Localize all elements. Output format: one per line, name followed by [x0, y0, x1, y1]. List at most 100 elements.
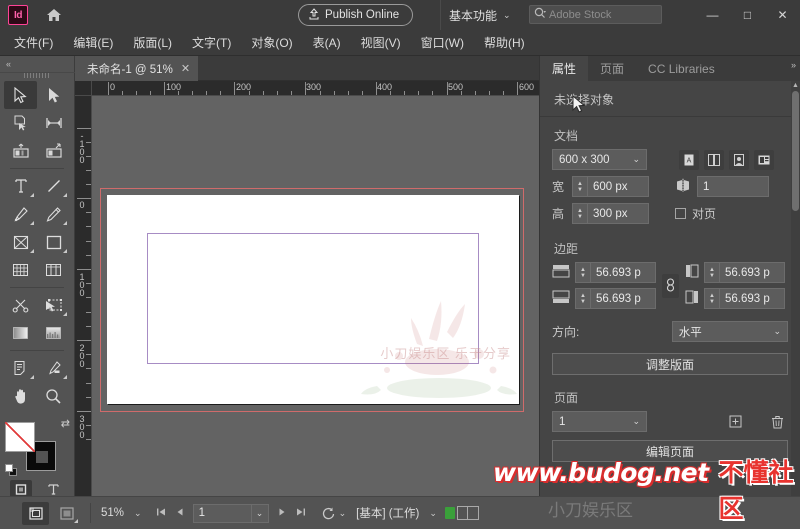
scissors-tool[interactable]: [4, 291, 37, 319]
maximize-button[interactable]: □: [730, 0, 765, 30]
intent-print-icon[interactable]: A: [679, 149, 699, 170]
minimize-button[interactable]: —: [695, 0, 730, 30]
preflight-icon[interactable]: ⌄: [321, 506, 346, 521]
intent-portrait-icon[interactable]: [729, 149, 749, 170]
note-tool[interactable]: [4, 354, 37, 382]
menu-file[interactable]: 文件(F): [4, 30, 63, 56]
document-canvas[interactable]: 小刀娱乐区 乐于分享: [92, 96, 539, 496]
normal-mode-icon[interactable]: [22, 501, 49, 525]
eyedropper-tool[interactable]: [37, 354, 70, 382]
tab-pages[interactable]: 页面: [588, 56, 636, 81]
zoom-chevron-down-icon[interactable]: ⌄: [134, 508, 142, 519]
page-tool[interactable]: [4, 109, 37, 137]
adobe-stock-search-input[interactable]: Adobe Stock: [529, 5, 662, 24]
prev-page-button[interactable]: [176, 507, 184, 519]
width-input[interactable]: 600 px: [587, 176, 649, 197]
add-page-icon[interactable]: [725, 412, 745, 432]
page-count-input[interactable]: 1: [697, 176, 769, 197]
document-tab[interactable]: 未命名-1 @ 51% ✕: [75, 56, 199, 81]
trash-icon[interactable]: [767, 412, 787, 432]
tab-cc-libraries[interactable]: CC Libraries: [636, 56, 727, 81]
menu-window[interactable]: 窗口(W): [411, 30, 474, 56]
panel-scrollbar[interactable]: ▲: [791, 81, 800, 496]
margin-right-input[interactable]: 56.693 p: [719, 288, 785, 309]
gradient-feather-tool[interactable]: [37, 319, 70, 347]
margin-right-stepper[interactable]: ▲ ▼: [704, 288, 719, 309]
intent-facing-pages-icon[interactable]: [704, 149, 724, 170]
free-transform-tool[interactable]: [4, 256, 37, 284]
margin-top-input[interactable]: 56.693 p: [590, 262, 656, 283]
horizontal-ruler[interactable]: 0 100 200 300 400 500 600: [92, 81, 539, 96]
margin-left-stepper[interactable]: ▲ ▼: [704, 262, 719, 283]
margin-bottom-stepper[interactable]: ▲ ▼: [575, 288, 590, 309]
collapse-panel-icon[interactable]: »: [791, 60, 796, 70]
tool-list: [0, 78, 74, 410]
facing-pages-checkbox[interactable]: 对页: [675, 205, 716, 222]
document-split-icon[interactable]: [456, 506, 479, 520]
tab-properties[interactable]: 属性: [540, 56, 589, 81]
current-page-select[interactable]: 1 ⌄: [552, 411, 647, 432]
next-page-button[interactable]: [278, 507, 286, 519]
close-button[interactable]: ✕: [765, 0, 800, 30]
line-tool[interactable]: [37, 172, 70, 200]
vertical-ruler[interactable]: -100 0 100 200 300: [75, 96, 92, 496]
zoom-tool[interactable]: [37, 382, 70, 410]
scroll-up-icon[interactable]: ▲: [792, 82, 799, 89]
swap-fill-stroke-icon[interactable]: ⇄: [61, 417, 70, 430]
menu-help[interactable]: 帮助(H): [474, 30, 535, 56]
orientation-select[interactable]: 水平 ⌄: [671, 321, 788, 342]
margin-left-input[interactable]: 56.693 p: [719, 262, 785, 283]
first-page-button[interactable]: [156, 507, 166, 519]
pencil-tool[interactable]: [37, 200, 70, 228]
height-stepper[interactable]: ▲ ▼: [572, 203, 587, 224]
menu-table[interactable]: 表(A): [303, 30, 351, 56]
intent-landscape-icon[interactable]: [754, 149, 774, 170]
fill-swatch[interactable]: [5, 422, 35, 452]
facing-pages-checkbox-box[interactable]: [675, 208, 686, 219]
content-collector-tool[interactable]: [4, 137, 37, 165]
height-input[interactable]: 300 px: [587, 203, 649, 224]
zoom-level-input[interactable]: 51%: [101, 507, 124, 519]
last-page-button[interactable]: [296, 507, 306, 519]
gap-tool[interactable]: [37, 109, 70, 137]
ruler-origin[interactable]: [75, 81, 92, 96]
menu-view[interactable]: 视图(V): [351, 30, 411, 56]
rectangle-tool[interactable]: [37, 228, 70, 256]
document-page[interactable]: 小刀娱乐区 乐于分享: [107, 195, 519, 404]
hand-tool[interactable]: [4, 382, 37, 410]
document-preset-select[interactable]: 600 x 300 ⌄: [552, 149, 647, 170]
workspace-switcher[interactable]: 基本功能 ⌄: [440, 0, 519, 30]
content-placer-tool[interactable]: [37, 137, 70, 165]
pen-tool[interactable]: [4, 200, 37, 228]
selection-tool[interactable]: [4, 81, 37, 109]
page-number-input[interactable]: 1 ⌄: [192, 503, 269, 523]
menu-type[interactable]: 文字(T): [182, 30, 241, 56]
menu-layout[interactable]: 版面(L): [123, 30, 182, 56]
default-fill-stroke-icon[interactable]: [5, 464, 18, 477]
master-chevron-down-icon[interactable]: ⌄: [429, 508, 437, 519]
margin-top-stepper[interactable]: ▲ ▼: [575, 262, 590, 283]
ruler-v-label: 0: [77, 200, 87, 208]
publish-online-button[interactable]: Publish Online: [298, 4, 414, 26]
collapse-tools-icon[interactable]: «: [6, 59, 11, 69]
preview-mode-icon[interactable]: [53, 502, 80, 525]
gradient-swatch-tool[interactable]: [4, 319, 37, 347]
page-chevron-down-icon[interactable]: ⌄: [250, 503, 268, 523]
width-label: 宽: [552, 180, 565, 194]
type-tool[interactable]: [4, 172, 37, 200]
close-tab-icon[interactable]: ✕: [181, 62, 190, 75]
transform-tool[interactable]: [37, 291, 70, 319]
margin-bottom-input[interactable]: 56.693 p: [590, 288, 656, 309]
adjust-layout-button[interactable]: 调整版面: [552, 353, 788, 375]
home-icon[interactable]: [42, 3, 66, 27]
menu-object[interactable]: 对象(O): [241, 30, 302, 56]
direct-selection-tool[interactable]: [37, 81, 70, 109]
edit-pages-button[interactable]: 编辑页面: [552, 440, 788, 462]
width-stepper[interactable]: ▲ ▼: [572, 176, 587, 197]
column-tool[interactable]: [37, 256, 70, 284]
tools-panel: « ⇄: [0, 56, 75, 529]
frame-tool[interactable]: [4, 228, 37, 256]
menu-edit[interactable]: 编辑(E): [63, 30, 123, 56]
link-margins-icon[interactable]: [662, 273, 679, 298]
panel-scrollbar-thumb[interactable]: [792, 91, 799, 211]
